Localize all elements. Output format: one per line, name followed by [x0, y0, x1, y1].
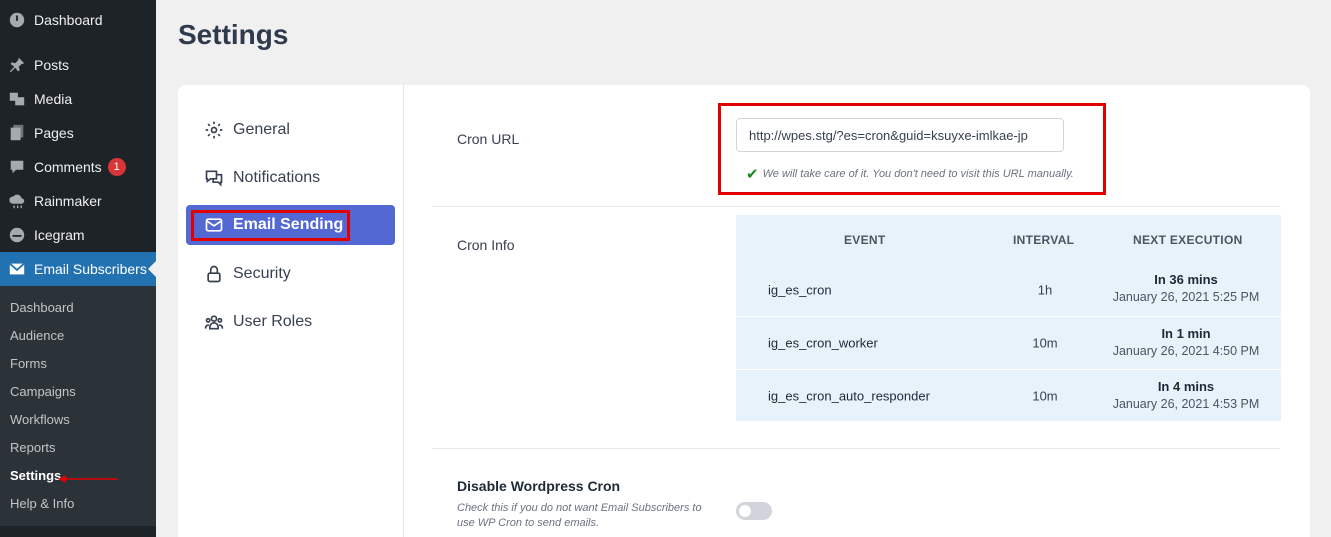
cron-info-table: EVENT INTERVAL NEXT EXECUTION ig_es_cron…: [736, 215, 1281, 421]
menu-item-label: Email Subscribers: [34, 261, 147, 277]
cron-next-relative: In 1 min: [1161, 326, 1211, 341]
cron-event-name: ig_es_cron_auto_responder: [768, 388, 930, 404]
submenu-item-forms[interactable]: Forms: [10, 356, 47, 371]
cron-url-input[interactable]: [736, 118, 1064, 152]
submenu-item-dashboard[interactable]: Dashboard: [10, 300, 74, 315]
menu-item-label: Media: [34, 91, 73, 107]
lock-icon: [203, 263, 225, 285]
cron-next-date: January 26, 2021 4:50 PM: [1112, 344, 1260, 358]
cron-next-relative: In 4 mins: [1157, 379, 1215, 394]
tab-label: User Roles: [233, 313, 313, 330]
cron-url-note: ✔ We will take care of it. You don't nee…: [746, 165, 1074, 183]
menu-item-email-subscribers[interactable]: Email Subscribers: [0, 252, 156, 286]
cron-next-relative: In 36 mins: [1154, 272, 1218, 287]
cron-next-execution: In 4 mins January 26, 2021 4:53 PM: [1106, 379, 1266, 411]
tab-label: Notifications: [233, 169, 321, 186]
comments-icon: [7, 157, 27, 177]
cron-interval: 1h: [1037, 282, 1053, 297]
menu-item-pages[interactable]: Pages: [0, 116, 156, 150]
cron-next-date: January 26, 2021 4:53 PM: [1112, 397, 1260, 411]
divider: [432, 448, 1280, 449]
settings-tabs: General Notifications Email Sending Secu…: [178, 85, 404, 537]
menu-item-label: Comments: [34, 159, 102, 175]
annotation-arrow-icon: [58, 475, 118, 483]
submenu-item-audience[interactable]: Audience: [10, 328, 64, 343]
menu-item-label: Pages: [34, 125, 74, 141]
comments-count-badge: 1: [107, 158, 126, 176]
menu-item-comments[interactable]: Comments 1: [0, 150, 156, 184]
cloud-icon: [7, 191, 27, 211]
cron-url-note-text: We will take care of it. You don't need …: [762, 168, 1074, 180]
settings-card: General Notifications Email Sending Secu…: [178, 85, 1310, 537]
menu-item-label: Icegram: [34, 227, 85, 243]
cron-interval: 10m: [1032, 388, 1058, 404]
submenu-item-reports[interactable]: Reports: [10, 440, 56, 455]
submenu-item-help[interactable]: Help & Info: [10, 496, 74, 511]
pin-icon: [7, 55, 27, 75]
tab-user-roles[interactable]: User Roles: [186, 302, 395, 342]
envelope-icon: [7, 259, 27, 279]
cron-next-execution: In 36 mins January 26, 2021 5:25 PM: [1106, 272, 1266, 304]
tab-label: General: [233, 121, 290, 138]
tab-notifications[interactable]: Notifications: [186, 158, 395, 198]
email-subscribers-submenu: Dashboard Audience Forms Campaigns Workf…: [0, 286, 156, 526]
divider: [432, 206, 1280, 207]
cron-next-date: January 26, 2021 5:25 PM: [1112, 290, 1260, 304]
page-title: Settings: [178, 19, 289, 50]
submenu-item-settings[interactable]: Settings: [10, 468, 61, 483]
menu-item-label: Dashboard: [34, 12, 103, 28]
cron-info-label: Cron Info: [457, 237, 515, 253]
pages-icon: [7, 123, 27, 143]
submenu-item-campaigns[interactable]: Campaigns: [10, 384, 76, 399]
toggle-knob: [739, 505, 751, 517]
tab-security[interactable]: Security: [186, 254, 395, 294]
menu-item-label: Posts: [34, 57, 70, 73]
admin-sidebar: Dashboard Posts Media Pages Comments 1 R…: [0, 0, 156, 537]
table-row: ig_es_cron_auto_responder 10m In 4 mins …: [736, 369, 1281, 422]
cron-event-name: ig_es_cron_worker: [768, 335, 878, 351]
menu-item-icegram[interactable]: Icegram: [0, 218, 156, 252]
menu-item-media[interactable]: Media: [0, 82, 156, 116]
table-row: ig_es_cron_worker 10m In 1 min January 2…: [736, 316, 1281, 369]
cron-url-label: Cron URL: [457, 131, 520, 147]
disable-cron-description: Check this if you do not want Email Subs…: [457, 502, 702, 529]
table-header-interval: INTERVAL: [1013, 233, 1075, 247]
disable-cron-label: Disable Wordpress Cron: [457, 478, 621, 494]
annotation-highlight-box: [191, 210, 350, 241]
tab-label: Security: [233, 265, 291, 282]
table-row: ig_es_cron 1h In 36 mins January 26, 202…: [736, 263, 1281, 316]
table-header-next-execution: NEXT EXECUTION: [1133, 233, 1243, 247]
icegram-icon: [7, 225, 27, 245]
menu-item-dashboard[interactable]: Dashboard: [0, 3, 156, 37]
check-icon: ✔: [746, 166, 759, 183]
cron-event-name: ig_es_cron: [768, 282, 832, 297]
table-header-event: EVENT: [844, 233, 886, 247]
users-icon: [203, 311, 225, 333]
tab-general[interactable]: General: [186, 110, 395, 150]
cron-interval: 10m: [1032, 335, 1058, 351]
submenu-item-workflows[interactable]: Workflows: [10, 412, 70, 427]
cron-next-execution: In 1 min January 26, 2021 4:50 PM: [1106, 326, 1266, 358]
menu-item-rainmaker[interactable]: Rainmaker: [0, 184, 156, 218]
dashboard-icon: [7, 10, 27, 30]
chat-icon: [203, 167, 225, 189]
gear-icon: [203, 119, 225, 141]
disable-cron-toggle[interactable]: [736, 502, 772, 520]
menu-item-posts[interactable]: Posts: [0, 48, 156, 82]
menu-item-label: Rainmaker: [34, 193, 102, 209]
media-icon: [7, 89, 27, 109]
